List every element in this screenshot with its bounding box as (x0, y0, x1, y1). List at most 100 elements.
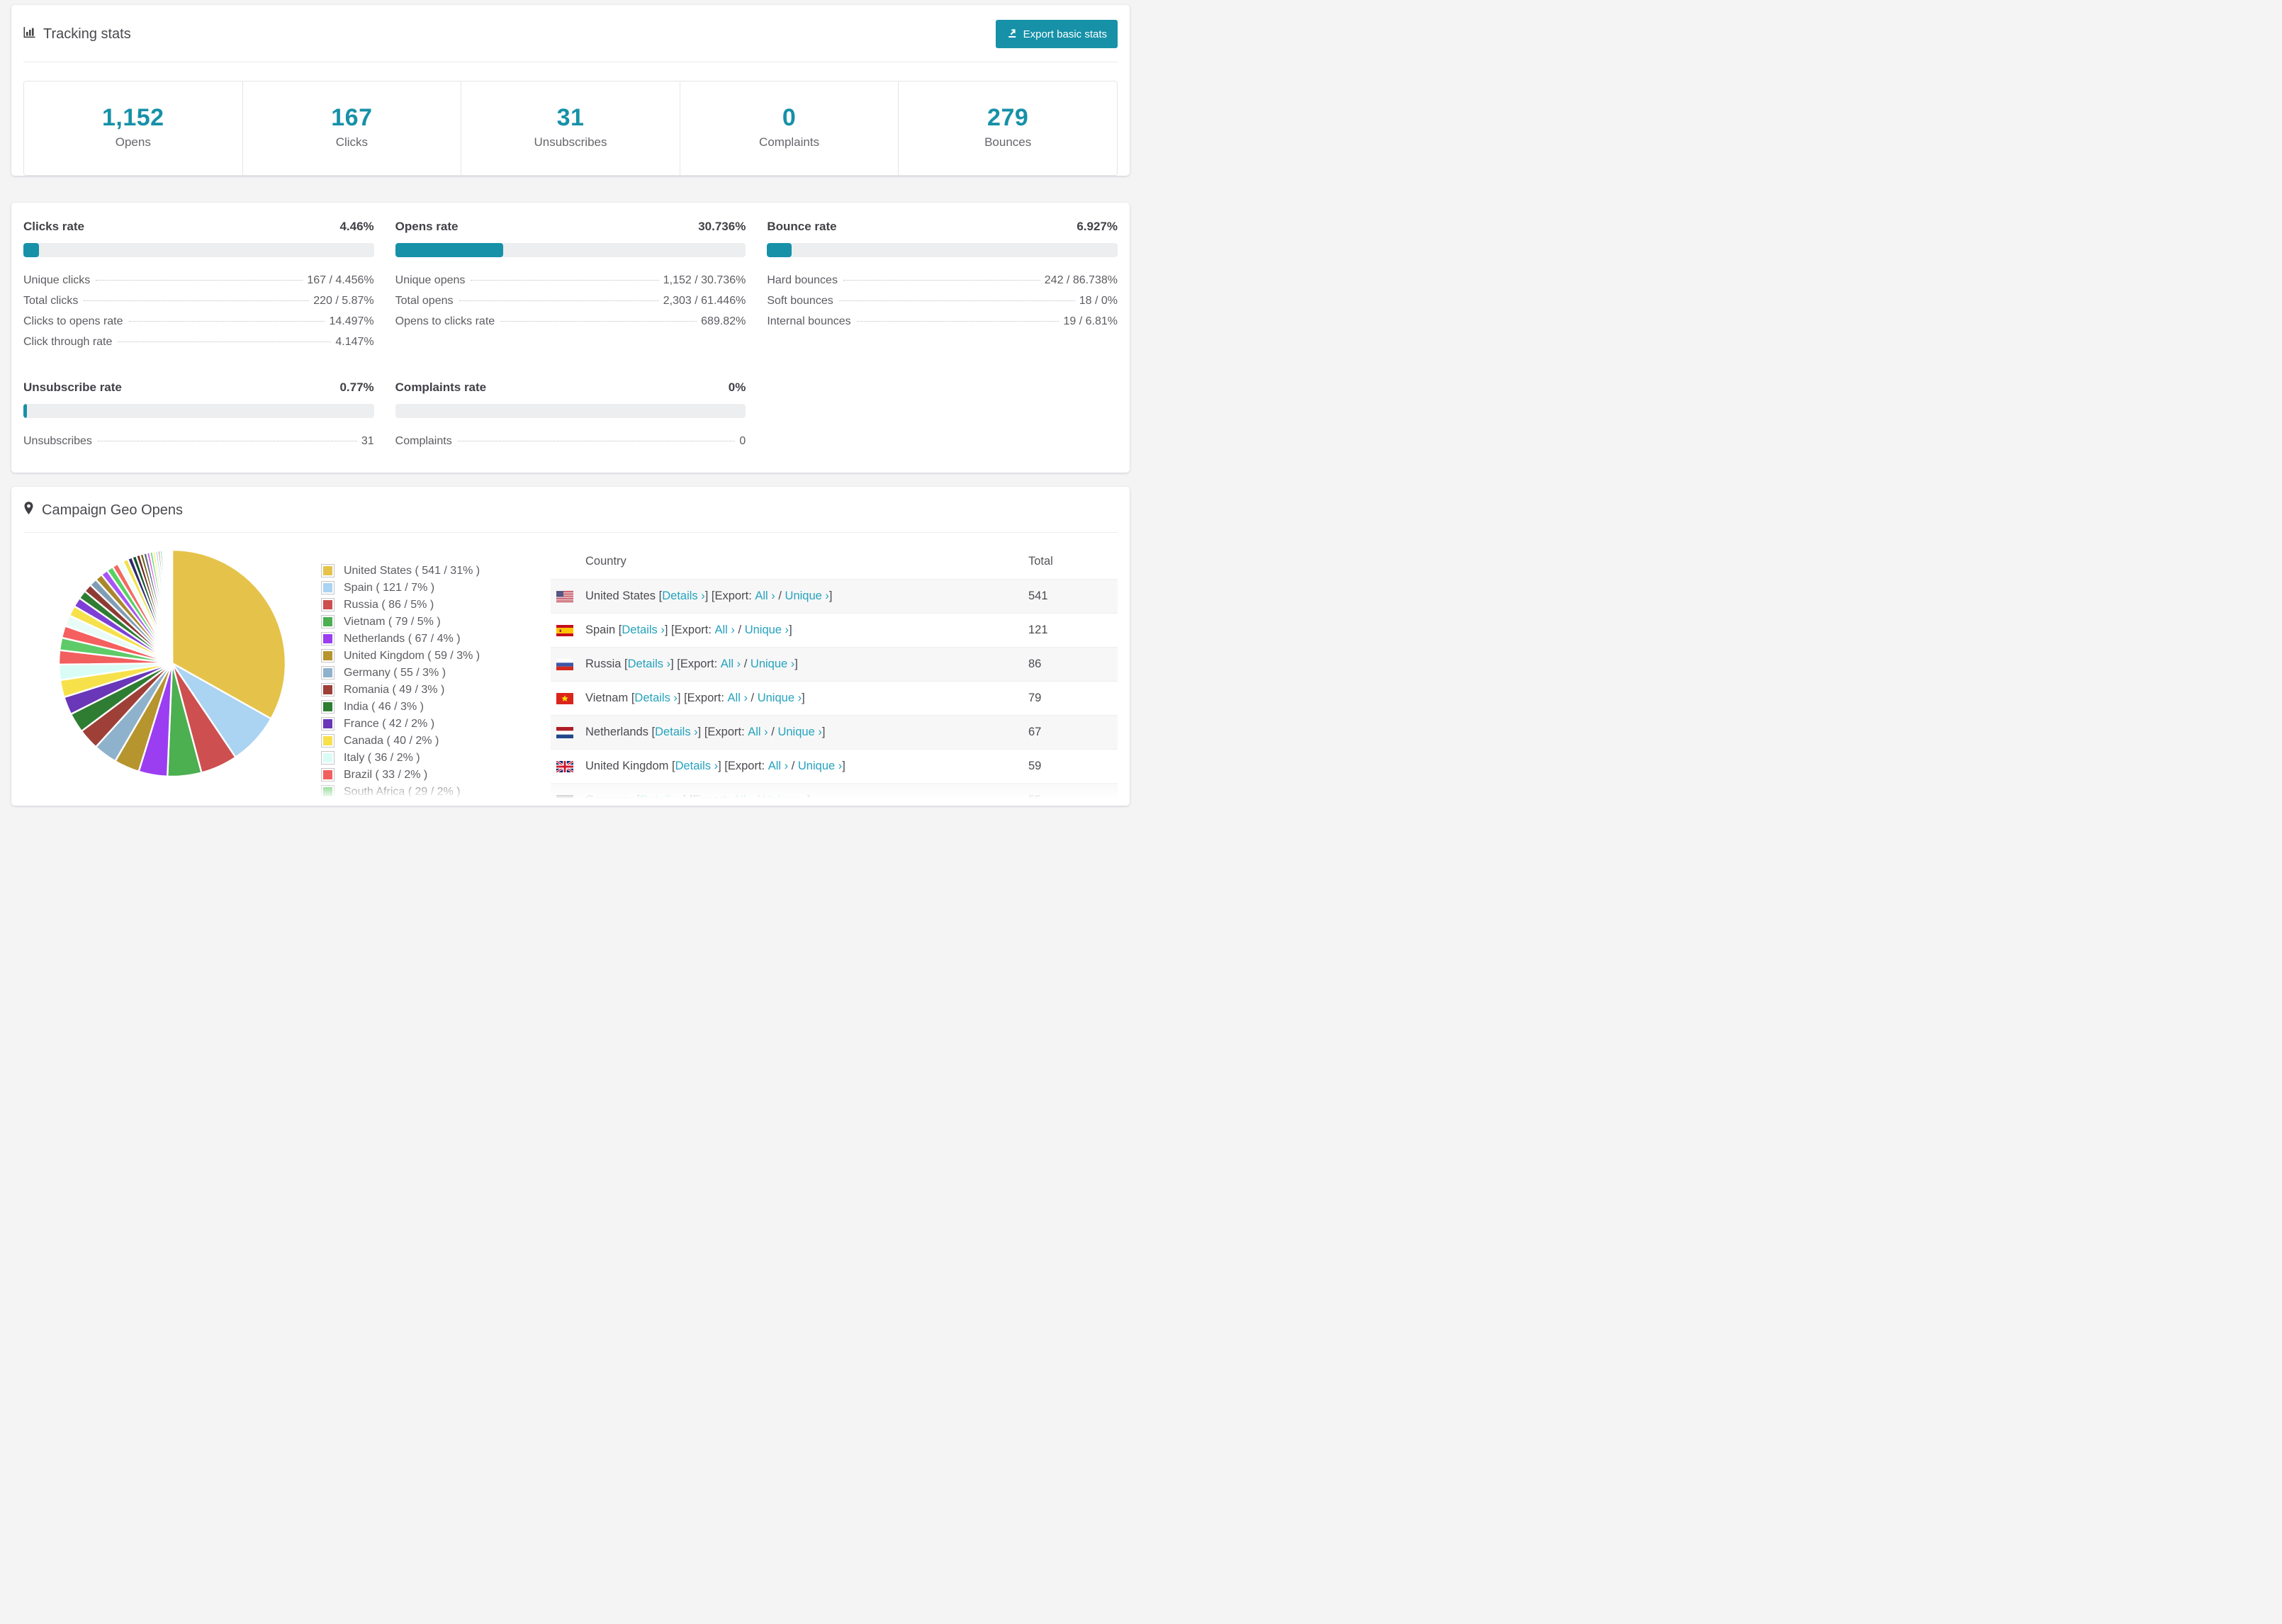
legend-item: Brazil ( 33 / 2% ) (321, 768, 518, 782)
legend-item: Russia ( 86 / 5% ) (321, 598, 518, 611)
metric-value: 0 (739, 434, 746, 447)
legend-swatch (321, 700, 335, 714)
export-all-link-us[interactable]: All › (755, 590, 775, 603)
legend-item: Netherlands ( 67 / 4% ) (321, 632, 518, 645)
flag-nl-icon (556, 726, 573, 738)
export-all-link-vn[interactable]: All › (728, 692, 748, 705)
metric-label: Complaints (395, 434, 452, 447)
flag-de-icon (556, 794, 573, 806)
legend-item: Germany ( 55 / 3% ) (321, 666, 518, 680)
legend-swatch (321, 717, 335, 731)
geo-header: Campaign Geo Opens (11, 487, 1130, 532)
metric-value: 220 / 5.87% (313, 294, 374, 307)
export-unique-link-us[interactable]: Unique › (785, 590, 829, 603)
row-text: ] [Export: (682, 794, 734, 806)
export-all-link-ru[interactable]: All › (721, 658, 741, 671)
summary-strip: 1,152 Opens 167 Clicks 31 Unsubscribes 0 Compla… (23, 81, 1118, 176)
row-text: ] [Export: (670, 658, 721, 670)
details-link-vn[interactable]: Details › (634, 692, 678, 705)
dotted-leader (843, 279, 1040, 281)
table-row-es: Spain [Details ›] [Export: All › / Uniqu… (551, 613, 1118, 648)
row-text: ] (842, 760, 845, 772)
row-text: ] (806, 794, 811, 806)
export-unique-link-es[interactable]: Unique › (745, 624, 789, 637)
legend-label: Vietnam ( 79 / 5% ) (344, 615, 441, 628)
dotted-leader (856, 320, 1060, 322)
dotted-leader (128, 320, 325, 322)
export-unique-link-gb[interactable]: Unique › (798, 760, 842, 773)
metric-row: Click through rate 4.147% (23, 332, 374, 352)
metric-label: Opens to clicks rate (395, 315, 495, 327)
legend-label: Netherlands ( 67 / 4% ) (344, 632, 461, 645)
details-link-us[interactable]: Details › (662, 590, 705, 603)
progress-fill (23, 404, 27, 418)
row-text: ] [Export: (718, 760, 768, 772)
summary-stat-bounces: 279 Bounces (899, 81, 1117, 175)
dotted-leader (84, 300, 310, 301)
export-all-link-es[interactable]: All › (715, 624, 735, 637)
stat-label: Complaints (759, 135, 820, 149)
rate-head: Clicks rate 4.46% (23, 220, 374, 234)
export-basic-stats-button[interactable]: Export basic stats (995, 20, 1118, 48)
export-all-link-nl[interactable]: All › (748, 726, 768, 739)
metric-label: Unsubscribes (23, 434, 92, 447)
metric-row: Complaints 0 (395, 431, 746, 451)
metric-row: Total clicks 220 / 5.87% (23, 291, 374, 311)
legend-label: Germany ( 55 / 3% ) (344, 666, 446, 679)
opens-rate-block: Opens rate 30.736% Unique opens 1,152 / 30.… (395, 220, 746, 352)
legend-label: South Africa ( 29 / 2% ) (344, 785, 461, 798)
row-text: ] [Export: (697, 726, 748, 738)
row-text: / (741, 658, 751, 670)
row-text: / (747, 692, 758, 704)
row-text: ] (828, 590, 833, 602)
export-unique-link-nl[interactable]: Unique › (777, 726, 821, 739)
export-unique-link-de[interactable]: Unique › (763, 794, 806, 806)
metric-value: 242 / 86.738% (1044, 274, 1118, 286)
legend-swatch (321, 683, 335, 697)
rate-metrics: Unique clicks 167 / 4.456% Total clicks 220… (23, 270, 374, 352)
rate-metrics: Hard bounces 242 / 86.738% Soft bounces 18 … (767, 270, 1118, 332)
row-text: United States [ (585, 590, 663, 602)
flag-us-icon (556, 590, 573, 602)
map-pin-icon (23, 502, 34, 519)
row-text: / (753, 794, 763, 806)
unsubscribe-rate-block: Unsubscribe rate 0.77% Unsubscribes 31 (23, 380, 374, 451)
rate-metrics: Unique opens 1,152 / 30.736% Total opens 2,… (395, 270, 746, 332)
export-unique-link-ru[interactable]: Unique › (751, 658, 794, 671)
flag-ru-icon (556, 658, 573, 670)
progress-fill (23, 243, 40, 257)
legend-item: Spain ( 121 / 7% ) (321, 581, 518, 594)
metric-row: Total opens 2,303 / 61.446% (395, 291, 746, 311)
details-link-ru[interactable]: Details › (628, 658, 671, 671)
total-cell: 79 (1023, 681, 1118, 716)
row-text: ] [Export: (664, 624, 715, 636)
legend-item: France ( 42 / 2% ) (321, 717, 518, 731)
rate-percent: 0.77% (339, 380, 374, 394)
export-all-link-de[interactable]: All › (733, 794, 753, 806)
legend-item: United Kingdom ( 59 / 3% ) (321, 649, 518, 662)
metric-row: Opens to clicks rate 689.82% (395, 311, 746, 332)
row-text: ] (802, 692, 805, 704)
rate-title: Opens rate (395, 220, 459, 233)
legend-swatch (321, 632, 335, 645)
legend-swatch (321, 581, 335, 594)
legend-swatch (321, 768, 335, 782)
table-row-gb: United Kingdom [Details ›] [Export: All … (551, 749, 1118, 784)
row-text: / (734, 624, 745, 636)
details-link-gb[interactable]: Details › (675, 760, 719, 773)
details-link-es[interactable]: Details › (622, 624, 665, 637)
flag-gb-icon (556, 760, 573, 772)
tracking-stats-card: Tracking stats Export basic stats 1,152 O… (11, 5, 1130, 176)
export-unique-link-vn[interactable]: Unique › (758, 692, 802, 705)
details-link-nl[interactable]: Details › (655, 726, 698, 739)
details-link-de[interactable]: Details › (640, 794, 683, 806)
bar-chart-icon (23, 26, 35, 42)
flag-es-icon (556, 624, 573, 636)
row-text: / (788, 760, 798, 772)
export-all-link-gb[interactable]: All › (768, 760, 788, 773)
metric-value: 14.497% (329, 315, 374, 327)
table-row-vn: Vietnam [Details ›] [Export: All › / Uni… (551, 681, 1118, 716)
row-text: ] [Export: (677, 692, 728, 704)
rate-percent: 0% (728, 380, 746, 394)
metric-label: Unique clicks (23, 274, 91, 286)
